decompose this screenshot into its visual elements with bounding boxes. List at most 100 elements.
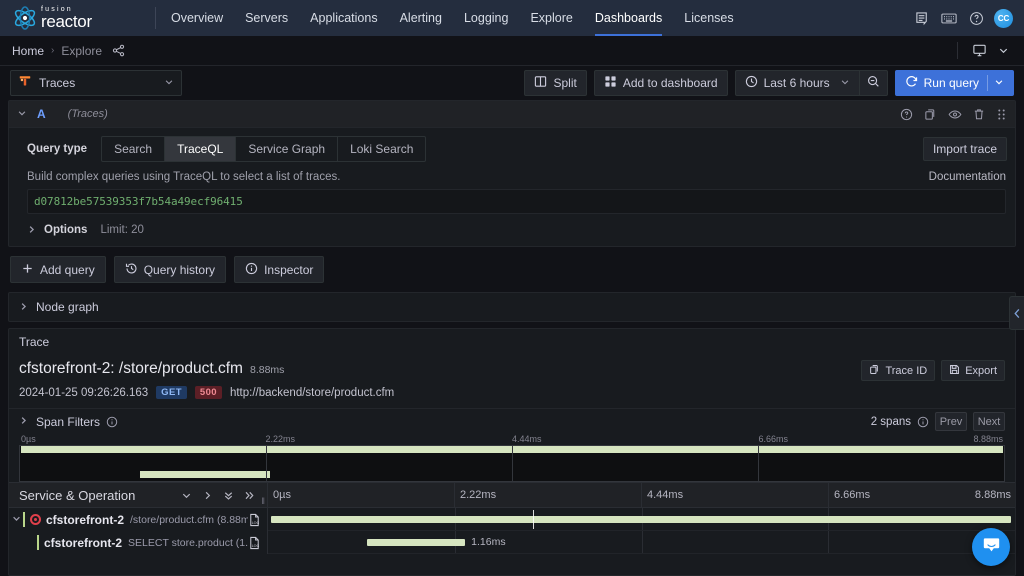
chevron-down-icon[interactable]: [181, 490, 192, 501]
export-button[interactable]: Export: [941, 360, 1005, 381]
nav-label: Applications: [310, 11, 378, 25]
nav-items: Overview Servers Applications Alerting L…: [160, 0, 745, 36]
run-query-button[interactable]: Run query: [894, 70, 1014, 96]
trace-panel: Trace cfstorefront-2: /store/product.cfm…: [8, 328, 1016, 576]
span-filters-label[interactable]: Span Filters: [36, 415, 100, 429]
clock-icon: [745, 75, 758, 91]
nav-item-applications[interactable]: Applications: [299, 0, 388, 36]
dashboard-grid-icon: [604, 75, 617, 91]
span-row-timeline[interactable]: [267, 508, 1015, 531]
node-graph-header[interactable]: Node graph: [9, 293, 1015, 321]
add-query-button[interactable]: Add query: [10, 256, 106, 283]
span-bar[interactable]: [270, 516, 1011, 523]
import-trace-button[interactable]: Import trace: [922, 137, 1007, 161]
nav-item-explore[interactable]: Explore: [519, 0, 583, 36]
table-row[interactable]: cfstorefront-2 SELECT store.product (1.1…: [9, 531, 1015, 554]
span-row-label[interactable]: cfstorefront-2 SELECT store.product (1.1…: [9, 531, 267, 554]
add-to-dashboard-button[interactable]: Add to dashboard: [593, 70, 728, 96]
prev-span-button[interactable]: Prev: [935, 412, 967, 431]
minimap-canvas[interactable]: [19, 445, 1005, 482]
service-operation-column-header: Service & Operation ‖: [9, 488, 267, 506]
chevron-down-icon[interactable]: [994, 42, 1012, 60]
nav-item-overview[interactable]: Overview: [160, 0, 234, 36]
query-type-loki-search[interactable]: Loki Search: [338, 137, 425, 161]
duplicate-query-icon[interactable]: [924, 108, 937, 121]
datasource-picker[interactable]: Traces: [10, 70, 182, 96]
tv-mode-icon[interactable]: [970, 42, 988, 60]
share-icon[interactable]: [112, 44, 125, 57]
query-type-service-graph[interactable]: Service Graph: [236, 137, 339, 161]
trace-meta-row: 2024-01-25 09:26:26.163 GET 500 http://b…: [9, 381, 1015, 399]
next-span-button[interactable]: Next: [973, 412, 1005, 431]
double-chevron-down-icon[interactable]: [223, 490, 234, 501]
span-logs-icon[interactable]: LOG: [248, 536, 267, 550]
span-expand-controls: [181, 490, 267, 501]
collapse-panel-toggle[interactable]: [1009, 296, 1024, 330]
keyboard-icon[interactable]: [940, 9, 958, 27]
query-type-row: Query type Search TraceQL Service Graph …: [9, 128, 1015, 162]
drag-handle-icon[interactable]: [996, 108, 1007, 121]
breadcrumb-explore[interactable]: Explore: [61, 44, 102, 58]
documentation-link[interactable]: Documentation: [929, 171, 1006, 183]
query-type-search[interactable]: Search: [102, 137, 166, 161]
split-label: Split: [553, 76, 577, 90]
nav-label: Explore: [530, 11, 573, 25]
expand-options-icon[interactable]: [27, 225, 36, 236]
collapse-span-icon[interactable]: [9, 514, 23, 525]
chevron-down-icon[interactable]: [994, 77, 1004, 89]
nav-item-logging[interactable]: Logging: [453, 0, 520, 36]
atom-logo-icon: [12, 5, 38, 31]
nav-item-servers[interactable]: Servers: [234, 0, 299, 36]
span-row-label[interactable]: cfstorefront-2 /store/product.cfm (8.88m…: [9, 508, 267, 531]
help-icon[interactable]: [967, 9, 985, 27]
breadcrumb-home[interactable]: Home: [12, 44, 44, 58]
column-resize-handle[interactable]: ‖: [261, 496, 265, 506]
span-service-name: cfstorefront-2: [46, 512, 125, 527]
nav-item-alerting[interactable]: Alerting: [389, 0, 453, 36]
trace-url: http://backend/store/product.cfm: [229, 386, 395, 399]
breadcrumb-divider: [957, 42, 958, 59]
help-icon[interactable]: [900, 108, 913, 121]
span-color-bar: [37, 535, 39, 550]
nav-item-dashboards[interactable]: Dashboards: [584, 0, 673, 36]
table-row[interactable]: cfstorefront-2 /store/product.cfm (8.88m…: [9, 508, 1015, 531]
user-avatar[interactable]: CC: [994, 8, 1013, 28]
fusionreactor-logo[interactable]: fusion reactor: [0, 0, 155, 36]
collapse-query-icon[interactable]: [17, 108, 27, 120]
trace-title: cfstorefront-2: /store/product.cfm: [19, 360, 243, 377]
traceql-input[interactable]: d07812be57539353f7b54a49ecf96415: [27, 189, 1006, 214]
info-icon[interactable]: [917, 416, 929, 428]
hide-query-icon[interactable]: [948, 108, 962, 121]
avatar-initials: CC: [997, 13, 1010, 23]
span-row-timeline[interactable]: 1.16ms: [267, 531, 1015, 554]
split-button[interactable]: Split: [524, 70, 587, 96]
expand-span-filters-icon[interactable]: [19, 416, 28, 427]
expand-node-graph-icon[interactable]: [19, 302, 28, 313]
span-bar[interactable]: [367, 539, 466, 546]
trace-minimap[interactable]: 0µs 2.22ms 4.44ms 6.66ms 8.88ms: [19, 434, 1005, 482]
minimap-tick-2: 4.44ms: [512, 434, 542, 444]
trace-timestamp: 2024-01-25 09:26:26.163: [19, 386, 149, 399]
breadcrumb-right-actions: [957, 42, 1012, 60]
trace-id-button[interactable]: Trace ID: [861, 360, 936, 381]
node-graph-title: Node graph: [36, 300, 99, 314]
nav-item-licenses[interactable]: Licenses: [673, 0, 744, 36]
zoom-out-button[interactable]: [858, 70, 888, 96]
chevron-right-icon[interactable]: [202, 490, 213, 501]
news-icon[interactable]: [913, 9, 931, 27]
time-range-picker[interactable]: Last 6 hours: [734, 70, 859, 96]
messenger-launcher-button[interactable]: [972, 528, 1010, 566]
query-ref-id[interactable]: A: [37, 107, 46, 121]
minimap-gridline: [266, 446, 267, 481]
query-options-row[interactable]: Options Limit: 20: [9, 214, 1015, 246]
double-chevron-right-icon[interactable]: [244, 490, 255, 501]
query-type-traceql[interactable]: TraceQL: [165, 137, 237, 161]
inspector-button[interactable]: Inspector: [234, 256, 325, 283]
query-row-actions: [900, 108, 1007, 121]
info-icon[interactable]: [106, 416, 118, 428]
span-logs-icon[interactable]: LOG: [248, 513, 267, 527]
query-history-button[interactable]: Query history: [113, 256, 227, 283]
trace-panel-title: Trace: [19, 334, 50, 349]
delete-query-icon[interactable]: [973, 108, 985, 121]
breadcrumb-separator: ›: [51, 45, 55, 56]
